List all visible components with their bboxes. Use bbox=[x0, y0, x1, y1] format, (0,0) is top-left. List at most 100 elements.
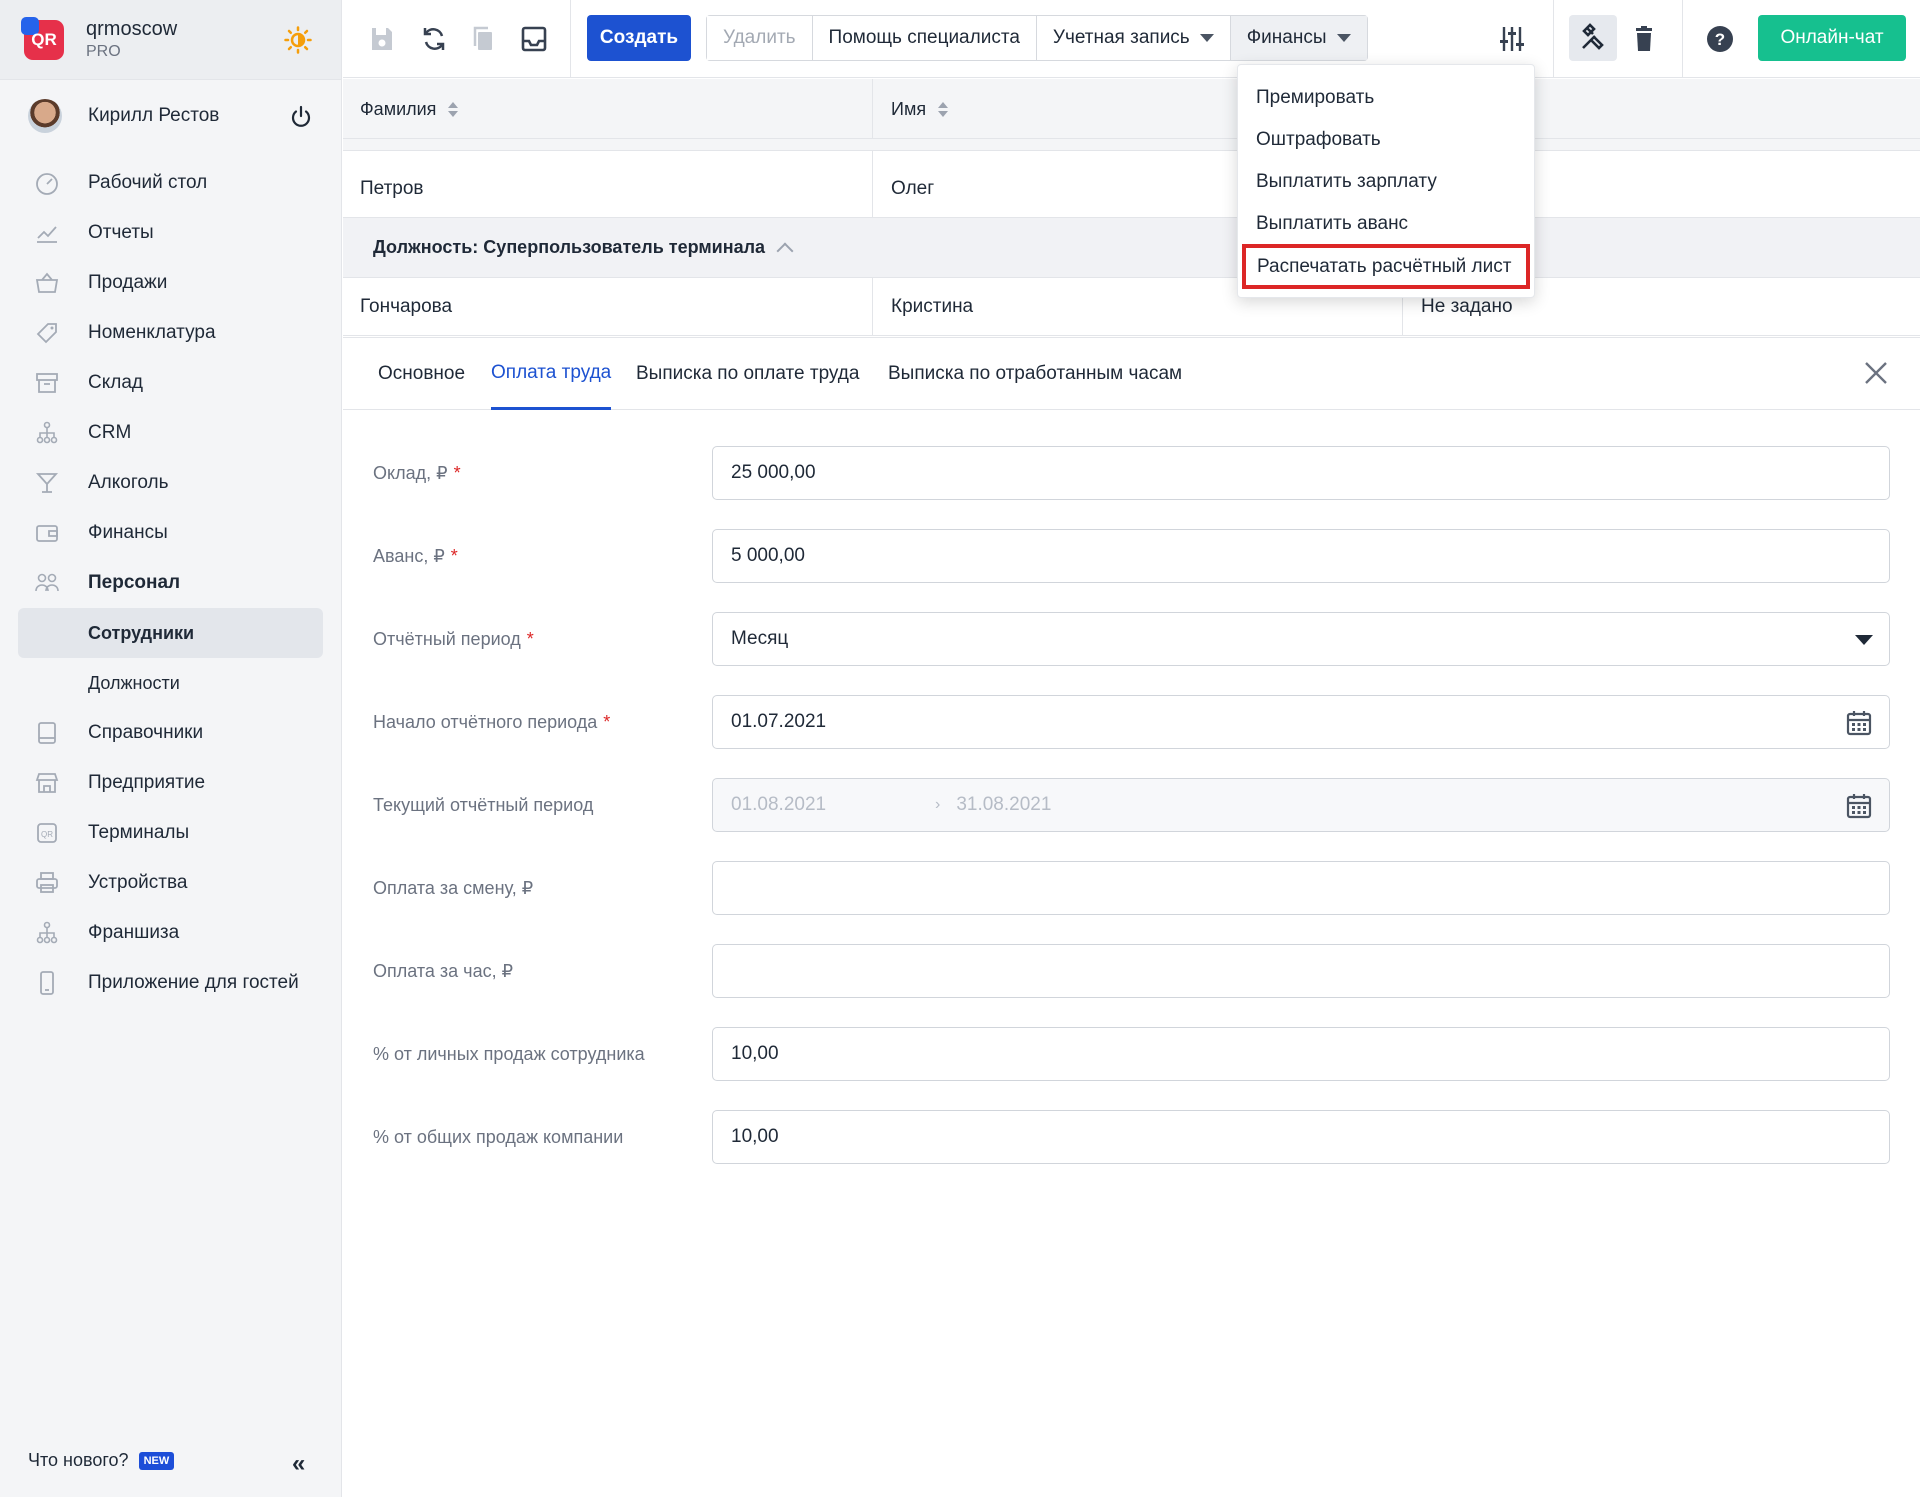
nav-item-devices[interactable]: Устройства bbox=[0, 858, 341, 908]
archive-icon bbox=[36, 373, 58, 393]
period-start-value: 01.07.2021 bbox=[731, 711, 827, 732]
trash-icon[interactable] bbox=[1629, 24, 1659, 54]
required-marker: * bbox=[453, 462, 461, 483]
hour-pay-input[interactable] bbox=[712, 944, 1890, 998]
nav-item-guest-app[interactable]: Приложение для гостей bbox=[0, 958, 341, 1008]
caret-down-icon bbox=[1855, 635, 1873, 645]
table-row[interactable]: Петров Олег bbox=[343, 160, 1920, 218]
required-marker: * bbox=[603, 711, 611, 732]
nav-item-personnel[interactable]: Персонал bbox=[0, 558, 341, 608]
theme-toggle-sun-icon[interactable] bbox=[284, 26, 312, 54]
save-icon[interactable] bbox=[367, 24, 397, 54]
form-row-period-start: Начало отчётного периода * 01.07.2021 bbox=[343, 695, 1920, 749]
wallet-icon bbox=[36, 525, 58, 542]
form-row-current-period: Текущий отчётный период 01.08.2021 › 31.… bbox=[343, 778, 1920, 832]
advance-input[interactable]: 5 000,00 bbox=[712, 529, 1890, 583]
form-row-hour-pay: Оплата за час, ₽ bbox=[343, 944, 1920, 998]
inbox-icon[interactable] bbox=[519, 24, 549, 54]
specialist-help-button[interactable]: Помощь специалиста bbox=[812, 16, 1037, 60]
nav-item-sales[interactable]: Продажи bbox=[0, 258, 341, 308]
close-icon[interactable] bbox=[1863, 360, 1889, 386]
create-button[interactable]: Создать bbox=[587, 15, 691, 61]
action-button-group: Удалить Помощь специалиста Учетная запис… bbox=[706, 15, 1368, 61]
tools-button[interactable] bbox=[1569, 15, 1617, 61]
brand-logo-text: QR bbox=[31, 29, 57, 49]
menu-item-fine[interactable]: Оштрафовать bbox=[1238, 119, 1534, 160]
menu-item-print-payslip[interactable]: Распечатать расчётный лист bbox=[1242, 244, 1530, 289]
tab-hours-statement[interactable]: Выписка по отработанным часам bbox=[888, 338, 1182, 410]
calendar-icon[interactable] bbox=[1845, 792, 1873, 820]
nav-subitem-employees[interactable]: Сотрудники bbox=[18, 608, 323, 658]
group-header-row[interactable]: Должность: Суперпользователь терминала bbox=[343, 218, 1920, 278]
menu-item-bonus[interactable]: Премировать bbox=[1238, 77, 1534, 118]
detail-tabs: Основное Оплата труда Выписка по оплате … bbox=[343, 338, 1920, 410]
chevron-right-icon: › bbox=[935, 796, 941, 813]
employee-detail-panel: Основное Оплата труда Выписка по оплате … bbox=[343, 337, 1920, 1497]
period-label: Отчётный период * bbox=[373, 612, 534, 666]
toolbar-divider bbox=[1553, 0, 1554, 78]
cell-firstname: Кристина bbox=[891, 296, 974, 317]
column-header-firstname[interactable]: Имя bbox=[891, 79, 949, 139]
menu-item-pay-salary[interactable]: Выплатить зарплату bbox=[1238, 161, 1534, 202]
nav-item-nomenclature[interactable]: Номенклатура bbox=[0, 308, 341, 358]
chart-icon bbox=[37, 226, 57, 243]
sort-icon bbox=[448, 101, 459, 117]
nav-item-reports[interactable]: Отчеты bbox=[0, 208, 341, 258]
cell-lastname: Петров bbox=[360, 178, 424, 199]
collapse-sidebar-icon[interactable]: « bbox=[292, 1450, 305, 1478]
cocktail-icon bbox=[35, 473, 59, 493]
whats-new-link[interactable]: Что нового? NEW bbox=[28, 1450, 175, 1471]
help-icon[interactable]: ? bbox=[1705, 24, 1735, 54]
refresh-icon[interactable] bbox=[419, 24, 449, 54]
chevron-up-icon[interactable] bbox=[776, 242, 794, 259]
network-icon bbox=[36, 921, 58, 944]
account-dropdown-button[interactable]: Учетная запись bbox=[1036, 16, 1231, 60]
nav-item-crm[interactable]: CRM bbox=[0, 408, 341, 458]
period-start-label: Начало отчётного периода * bbox=[373, 695, 610, 749]
power-icon[interactable] bbox=[288, 104, 314, 130]
nav-item-alcohol[interactable]: Алкоголь bbox=[0, 458, 341, 508]
personal-sales-input[interactable]: 10,00 bbox=[712, 1027, 1890, 1081]
company-sales-input[interactable]: 10,00 bbox=[712, 1110, 1890, 1164]
tab-pay-statement[interactable]: Выписка по оплате труда bbox=[636, 338, 859, 410]
phone-icon bbox=[40, 971, 54, 995]
user-profile[interactable]: Кирилл Рестов bbox=[0, 80, 341, 152]
period-select[interactable]: Месяц bbox=[712, 612, 1890, 666]
shift-pay-input[interactable] bbox=[712, 861, 1890, 915]
table-row[interactable]: Гончарова Кристина Не задано bbox=[343, 278, 1920, 336]
tab-basic[interactable]: Основное bbox=[378, 338, 465, 410]
online-chat-button[interactable]: Онлайн-чат bbox=[1758, 15, 1906, 61]
user-name: Кирилл Рестов bbox=[88, 105, 220, 126]
nav-item-enterprise[interactable]: Предприятие bbox=[0, 758, 341, 808]
nav-item-warehouse[interactable]: Склад bbox=[0, 358, 341, 408]
menu-item-pay-advance[interactable]: Выплатить аванс bbox=[1238, 203, 1534, 244]
nav-item-finance[interactable]: Финансы bbox=[0, 508, 341, 558]
tab-labor-pay[interactable]: Оплата труда bbox=[491, 338, 612, 410]
period-start-date-input[interactable]: 01.07.2021 bbox=[712, 695, 1890, 749]
main-nav: Рабочий стол Отчеты Продажи Номенклатура… bbox=[0, 158, 341, 1008]
finance-dropdown-button[interactable]: Финансы bbox=[1230, 16, 1367, 60]
nav-item-terminals[interactable]: QR Терминалы bbox=[0, 808, 341, 858]
nav-subitem-positions[interactable]: Должности bbox=[0, 658, 341, 708]
period-label-text: Отчётный период bbox=[373, 628, 521, 649]
svg-text:?: ? bbox=[1715, 30, 1725, 49]
finance-label: Финансы bbox=[1246, 27, 1327, 48]
copy-icon[interactable] bbox=[469, 24, 499, 54]
nav-label: Устройства bbox=[88, 872, 188, 893]
dashboard-icon bbox=[36, 173, 58, 195]
column-settings-icon[interactable] bbox=[1497, 24, 1527, 54]
nav-item-franchise[interactable]: Франшиза bbox=[0, 908, 341, 958]
calendar-icon[interactable] bbox=[1845, 709, 1873, 737]
delete-button[interactable]: Удалить bbox=[707, 16, 813, 60]
nav-item-dashboard[interactable]: Рабочий стол bbox=[0, 158, 341, 208]
brand-header[interactable]: QR qrmoscow PRO bbox=[0, 0, 341, 80]
nav-item-directories[interactable]: Справочники bbox=[0, 708, 341, 758]
salary-label: Оклад, ₽ * bbox=[373, 446, 461, 500]
nav-label: Финансы bbox=[88, 522, 168, 543]
column-divider bbox=[872, 278, 873, 336]
column-header-lastname[interactable]: Фамилия bbox=[360, 79, 459, 139]
form-row-shift-pay: Оплата за смену, ₽ bbox=[343, 861, 1920, 915]
nav-label: Отчеты bbox=[88, 222, 154, 243]
salary-input[interactable]: 25 000,00 bbox=[712, 446, 1890, 500]
current-period-label: Текущий отчётный период bbox=[373, 794, 594, 815]
